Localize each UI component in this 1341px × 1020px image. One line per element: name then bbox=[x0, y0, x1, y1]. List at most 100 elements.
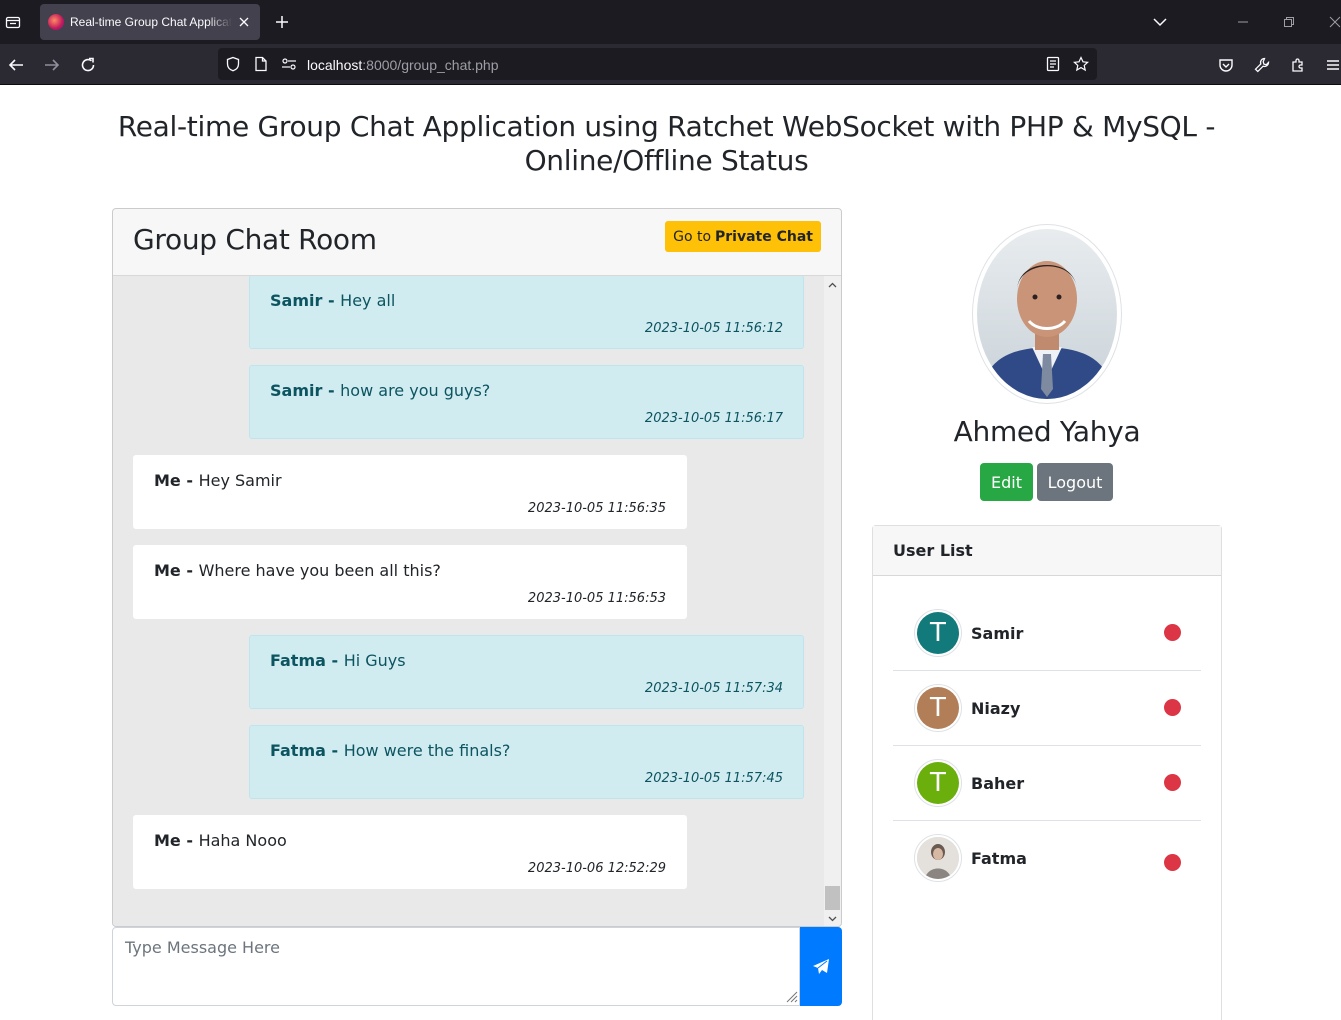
reader-view-icon[interactable] bbox=[1044, 55, 1062, 73]
chat-room-title: Group Chat Room bbox=[133, 223, 377, 256]
page-info-icon[interactable] bbox=[252, 55, 270, 73]
wrench-icon[interactable] bbox=[1251, 54, 1273, 76]
message-sender: Fatma bbox=[270, 651, 326, 670]
browser-tab[interactable]: Real-time Group Chat Application using R… bbox=[40, 4, 260, 40]
profile-avatar bbox=[972, 224, 1122, 404]
profile-name: Ahmed Yahya bbox=[953, 415, 1141, 448]
message-line: Samir - how are you guys? bbox=[270, 381, 783, 401]
message-text: how are you guys? bbox=[340, 381, 491, 400]
message-text: Hi Guys bbox=[343, 651, 406, 670]
message-line: Me - Where have you been all this? bbox=[154, 561, 666, 581]
pocket-icon[interactable] bbox=[1215, 54, 1237, 76]
user-initial: T bbox=[917, 762, 959, 804]
user-name: Baher bbox=[971, 774, 1025, 793]
page-content: Real-time Group Chat Application using R… bbox=[0, 85, 1341, 1020]
tab-overflow-chevron-icon[interactable] bbox=[1150, 12, 1170, 32]
incoming-message: Samir - Hey all 2023-10-05 11:56:12 bbox=[249, 276, 804, 349]
message-scrollbar[interactable] bbox=[824, 276, 841, 926]
resize-grip-icon[interactable] bbox=[784, 989, 798, 1003]
incoming-message: Fatma - How were the finals? 2023-10-05 1… bbox=[249, 725, 804, 799]
message-text: Haha Nooo bbox=[198, 831, 287, 850]
user-list-item[interactable]: T Baher bbox=[893, 746, 1201, 821]
page-title-line2: Online/Offline Status bbox=[524, 144, 809, 177]
message-sender: Me bbox=[154, 471, 181, 490]
bookmark-star-icon[interactable] bbox=[1072, 55, 1090, 73]
message-sender: Samir bbox=[270, 291, 323, 310]
message-text: Hey all bbox=[340, 291, 396, 310]
message-text: Where have you been all this? bbox=[198, 561, 441, 580]
private-btn-bold: Private Chat bbox=[715, 228, 813, 245]
user-name: Niazy bbox=[971, 699, 1021, 718]
private-chat-button[interactable]: Go to Private Chat bbox=[665, 221, 821, 252]
message-timestamp: 2023-10-05 11:57:45 bbox=[644, 771, 783, 786]
close-window-icon[interactable] bbox=[1325, 12, 1341, 32]
message-sender: Fatma bbox=[270, 741, 326, 760]
message-timestamp: 2023-10-05 11:56:17 bbox=[644, 411, 783, 426]
message-separator: - bbox=[180, 561, 199, 580]
user-list-header: User List bbox=[873, 526, 1221, 576]
forward-arrow-icon[interactable] bbox=[41, 54, 63, 76]
user-photo bbox=[917, 837, 959, 879]
user-avatar bbox=[914, 834, 962, 882]
message-sender: Me bbox=[154, 831, 181, 850]
user-list-item[interactable]: T Samir bbox=[893, 596, 1201, 671]
shield-icon[interactable] bbox=[224, 55, 242, 73]
close-tab-icon[interactable] bbox=[236, 14, 252, 30]
message-separator: - bbox=[325, 651, 344, 670]
tab-title: Real-time Group Chat Application using R… bbox=[70, 15, 233, 29]
user-name: Samir bbox=[971, 624, 1024, 643]
scrollbar-thumb[interactable] bbox=[825, 886, 840, 910]
message-separator: - bbox=[322, 381, 341, 400]
message-separator: - bbox=[322, 291, 341, 310]
message-timestamp: 2023-10-06 12:52:29 bbox=[527, 861, 666, 876]
message-composer bbox=[112, 927, 842, 1006]
message-timestamp: 2023-10-05 11:56:35 bbox=[527, 501, 666, 516]
message-sender: Samir bbox=[270, 381, 323, 400]
user-list-card: User List T Samir T Niazy T Baher Fatma bbox=[872, 525, 1222, 1020]
status-offline-dot-icon bbox=[1164, 699, 1181, 716]
my-message: Me - Haha Nooo 2023-10-06 12:52:29 bbox=[133, 815, 687, 889]
permissions-icon[interactable] bbox=[280, 55, 298, 73]
message-line: Fatma - How were the finals? bbox=[270, 741, 783, 761]
logout-button[interactable]: Logout bbox=[1037, 463, 1113, 501]
new-tab-plus-icon[interactable] bbox=[270, 10, 294, 34]
group-chat-card: Group Chat Room Go to Private Chat Samir… bbox=[112, 208, 842, 927]
chat-header: Group Chat Room Go to Private Chat bbox=[113, 209, 841, 276]
my-message: Me - Hey Samir 2023-10-05 11:56:35 bbox=[133, 455, 687, 529]
scroll-up-arrow-icon[interactable] bbox=[824, 276, 841, 293]
extensions-puzzle-icon[interactable] bbox=[1287, 54, 1309, 76]
message-timestamp: 2023-10-05 11:56:12 bbox=[644, 321, 783, 336]
tab-list-icon[interactable] bbox=[0, 8, 26, 36]
user-avatar: T bbox=[914, 609, 962, 657]
message-text: How were the finals? bbox=[343, 741, 511, 760]
minimize-icon[interactable] bbox=[1233, 12, 1253, 32]
restore-icon[interactable] bbox=[1279, 12, 1299, 32]
hamburger-menu-icon[interactable] bbox=[1322, 54, 1341, 76]
user-list-item[interactable]: T Niazy bbox=[893, 671, 1201, 746]
paper-plane-icon bbox=[813, 958, 829, 974]
message-separator: - bbox=[180, 471, 199, 490]
send-button[interactable] bbox=[800, 927, 842, 1006]
status-offline-dot-icon bbox=[1164, 854, 1181, 871]
back-arrow-icon[interactable] bbox=[5, 54, 27, 76]
edit-profile-button[interactable]: Edit bbox=[980, 463, 1033, 501]
user-list-item[interactable]: Fatma bbox=[893, 821, 1201, 896]
message-line: Samir - Hey all bbox=[270, 291, 783, 311]
url-text[interactable]: localhost:8000/group_chat.php bbox=[307, 57, 499, 73]
message-separator: - bbox=[180, 831, 199, 850]
message-timestamp: 2023-10-05 11:57:34 bbox=[644, 681, 783, 696]
message-input[interactable] bbox=[112, 927, 800, 1006]
message-area[interactable]: Samir - Hey all 2023-10-05 11:56:12 Samir … bbox=[113, 276, 825, 926]
user-initial: T bbox=[917, 687, 959, 729]
page-title-line1: Real-time Group Chat Application using R… bbox=[117, 110, 1216, 143]
reload-icon[interactable] bbox=[77, 54, 99, 76]
app-favicon-icon bbox=[48, 14, 64, 30]
url-bar[interactable]: localhost:8000/group_chat.php bbox=[218, 48, 1097, 80]
message-text: Hey Samir bbox=[198, 471, 282, 490]
browser-nav-bar: localhost:8000/group_chat.php bbox=[0, 44, 1341, 85]
url-host: localhost bbox=[307, 57, 363, 73]
message-timestamp: 2023-10-05 11:56:53 bbox=[527, 591, 666, 606]
private-btn-prefix: Go to bbox=[673, 228, 712, 245]
url-path: :8000/group_chat.php bbox=[362, 57, 499, 73]
scroll-down-arrow-icon[interactable] bbox=[824, 910, 841, 926]
